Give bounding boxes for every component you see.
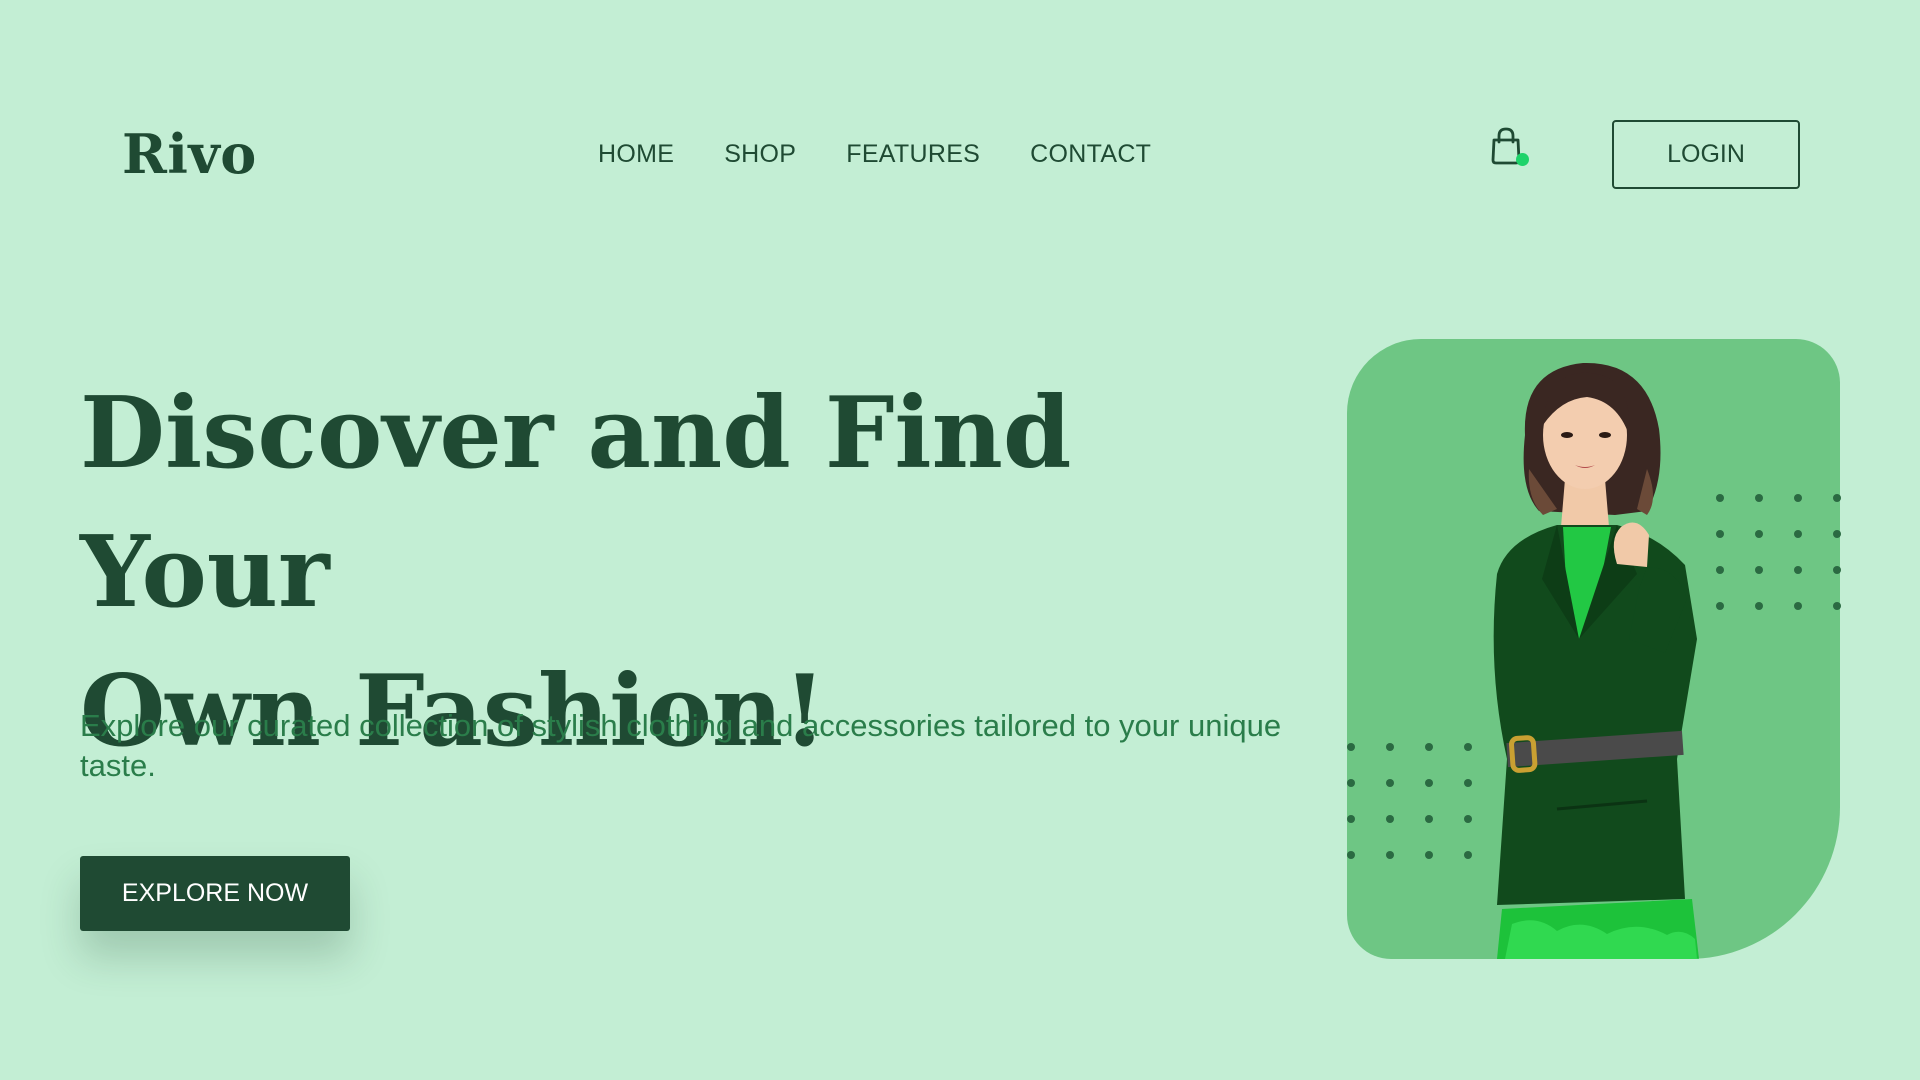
nav-item-home[interactable]: HOME (598, 136, 674, 172)
nav-item-features[interactable]: FEATURES (846, 136, 980, 172)
site-header: Rivo HOME SHOP FEATURES CONTACT LOGIN (0, 0, 1920, 310)
cart-button[interactable] (1486, 126, 1530, 170)
hero-subtitle: Explore our curated collection of stylis… (80, 708, 1282, 783)
decor-dots-bottom (1347, 743, 1472, 859)
decor-dots-top (1716, 494, 1841, 610)
nav-item-contact[interactable]: CONTACT (1030, 136, 1151, 172)
login-button[interactable]: LOGIN (1612, 120, 1800, 189)
explore-now-button[interactable]: EXPLORE NOW (80, 856, 350, 931)
cart-badge (1516, 153, 1529, 166)
brand-logo[interactable]: Rivo (122, 120, 257, 188)
hero-model-image (1493, 362, 1699, 959)
nav-item-shop[interactable]: SHOP (724, 136, 796, 172)
hero-title-line1: Discover and Find Your (80, 376, 1072, 630)
main-nav: HOME SHOP FEATURES CONTACT (598, 136, 1201, 172)
